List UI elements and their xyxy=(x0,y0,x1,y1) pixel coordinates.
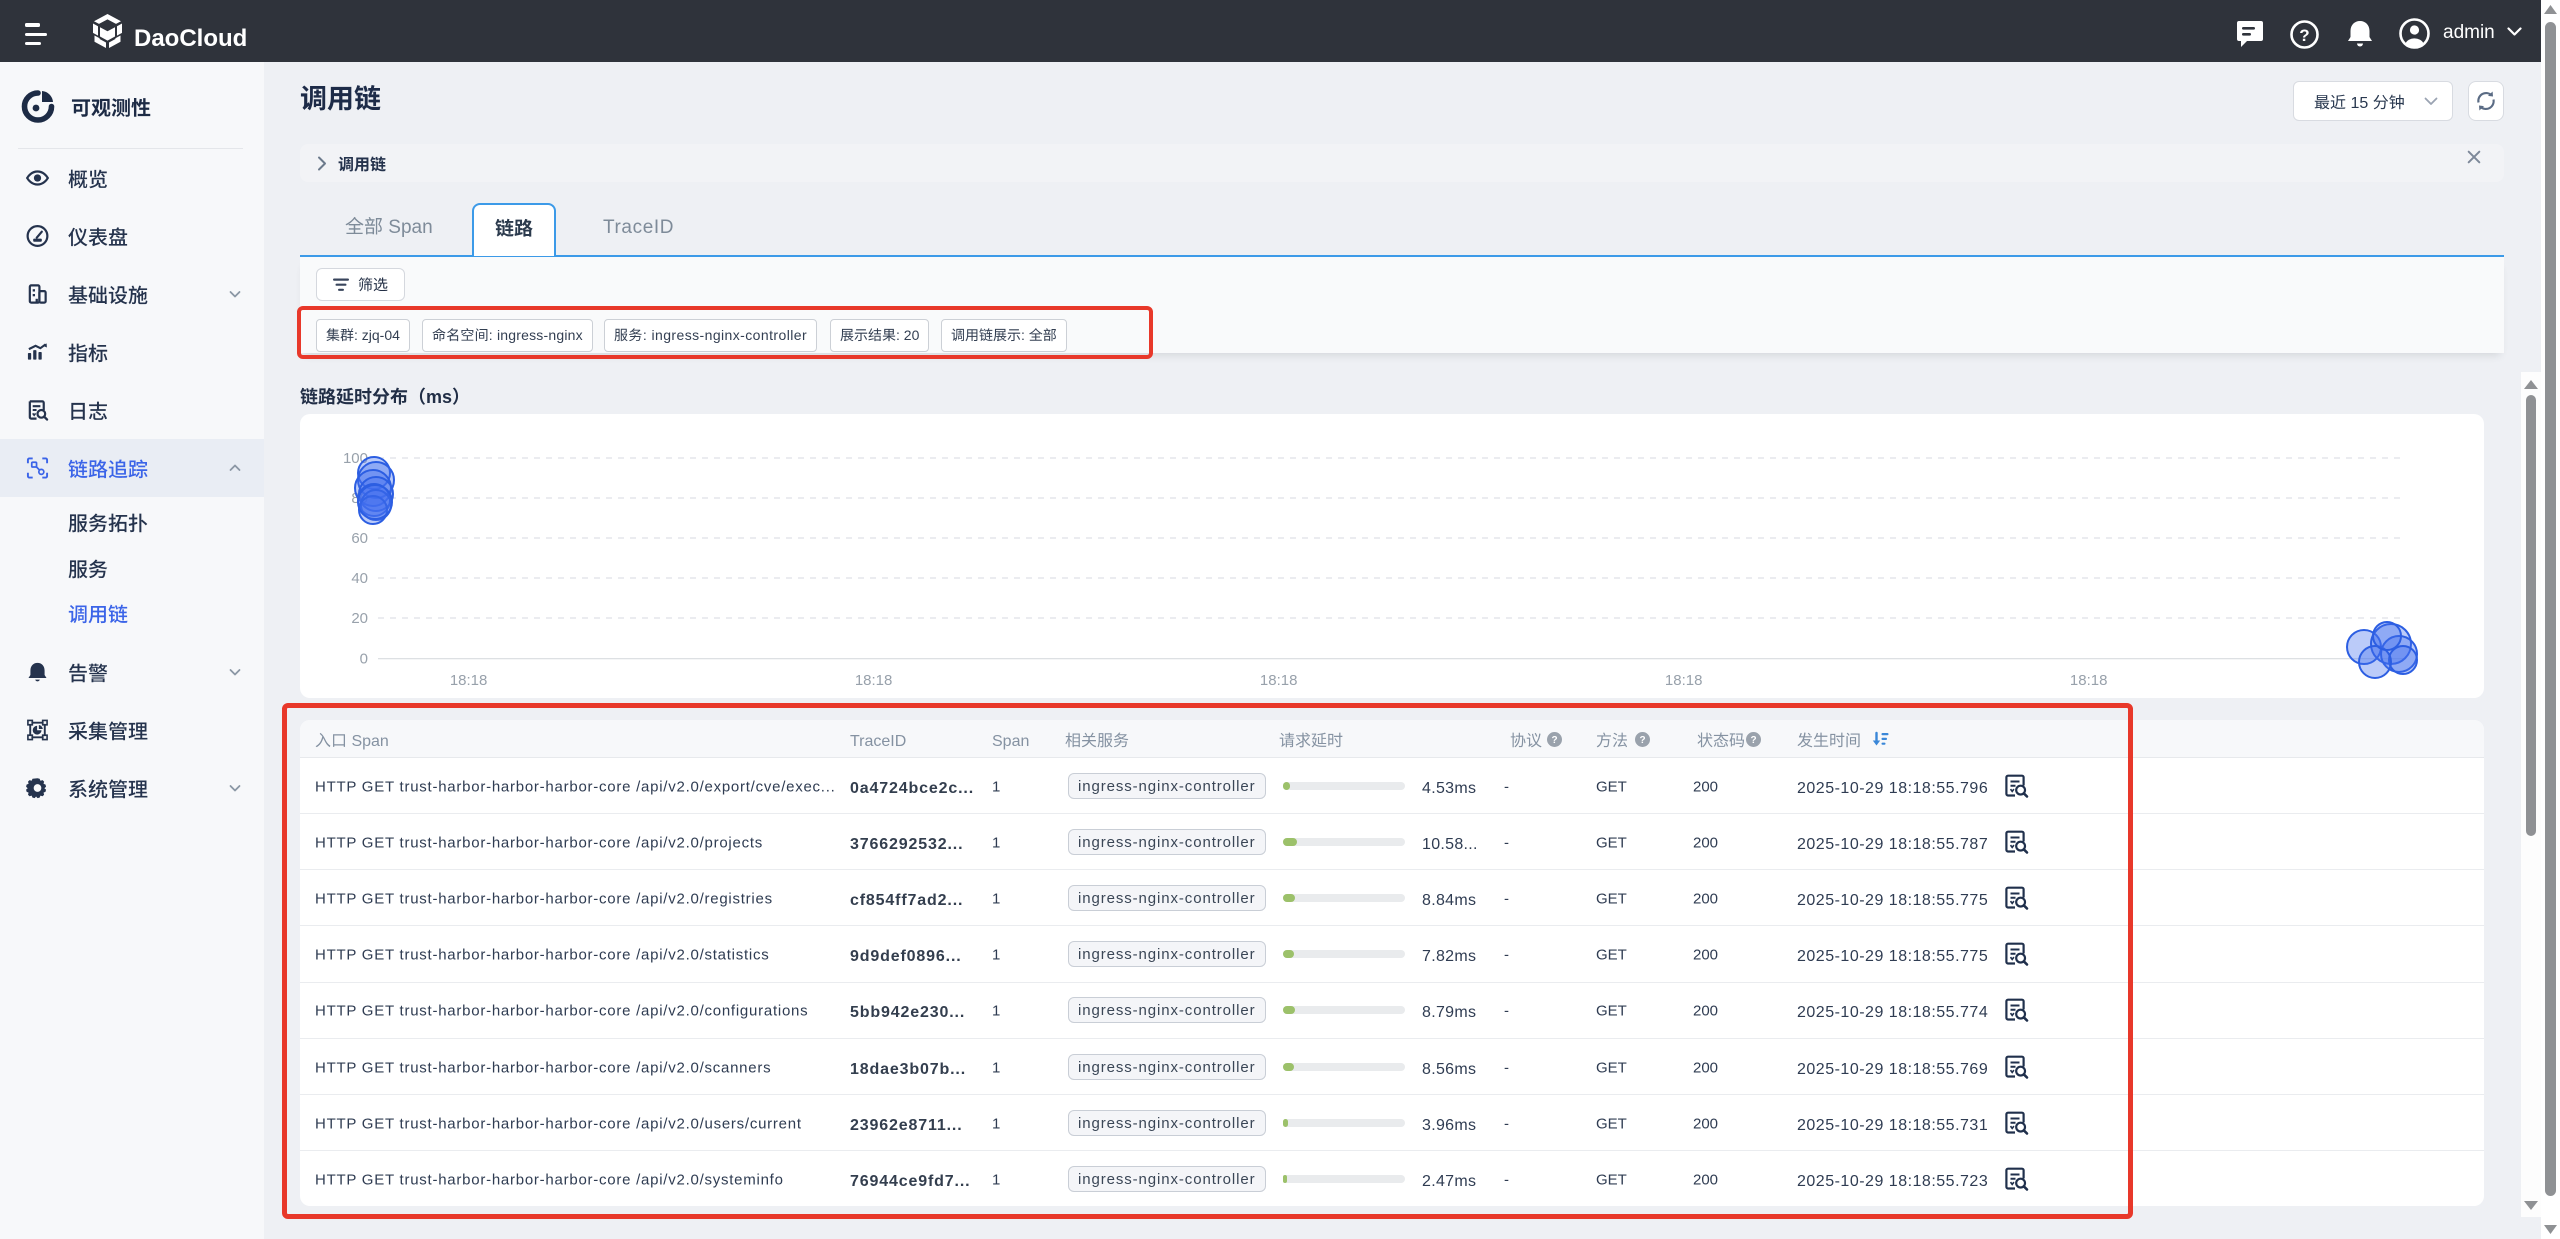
svg-text:40: 40 xyxy=(351,570,368,587)
svg-text:20: 20 xyxy=(351,610,368,627)
svg-text:?: ? xyxy=(2299,26,2309,45)
svg-text:18:18: 18:18 xyxy=(1260,672,1298,689)
svg-text:60: 60 xyxy=(351,530,368,547)
svg-text:18:18: 18:18 xyxy=(450,672,488,689)
svg-text:18:18: 18:18 xyxy=(1665,672,1703,689)
svg-text:18:18: 18:18 xyxy=(2070,672,2108,689)
svg-text:0: 0 xyxy=(360,651,368,668)
svg-text:18:18: 18:18 xyxy=(855,672,893,689)
